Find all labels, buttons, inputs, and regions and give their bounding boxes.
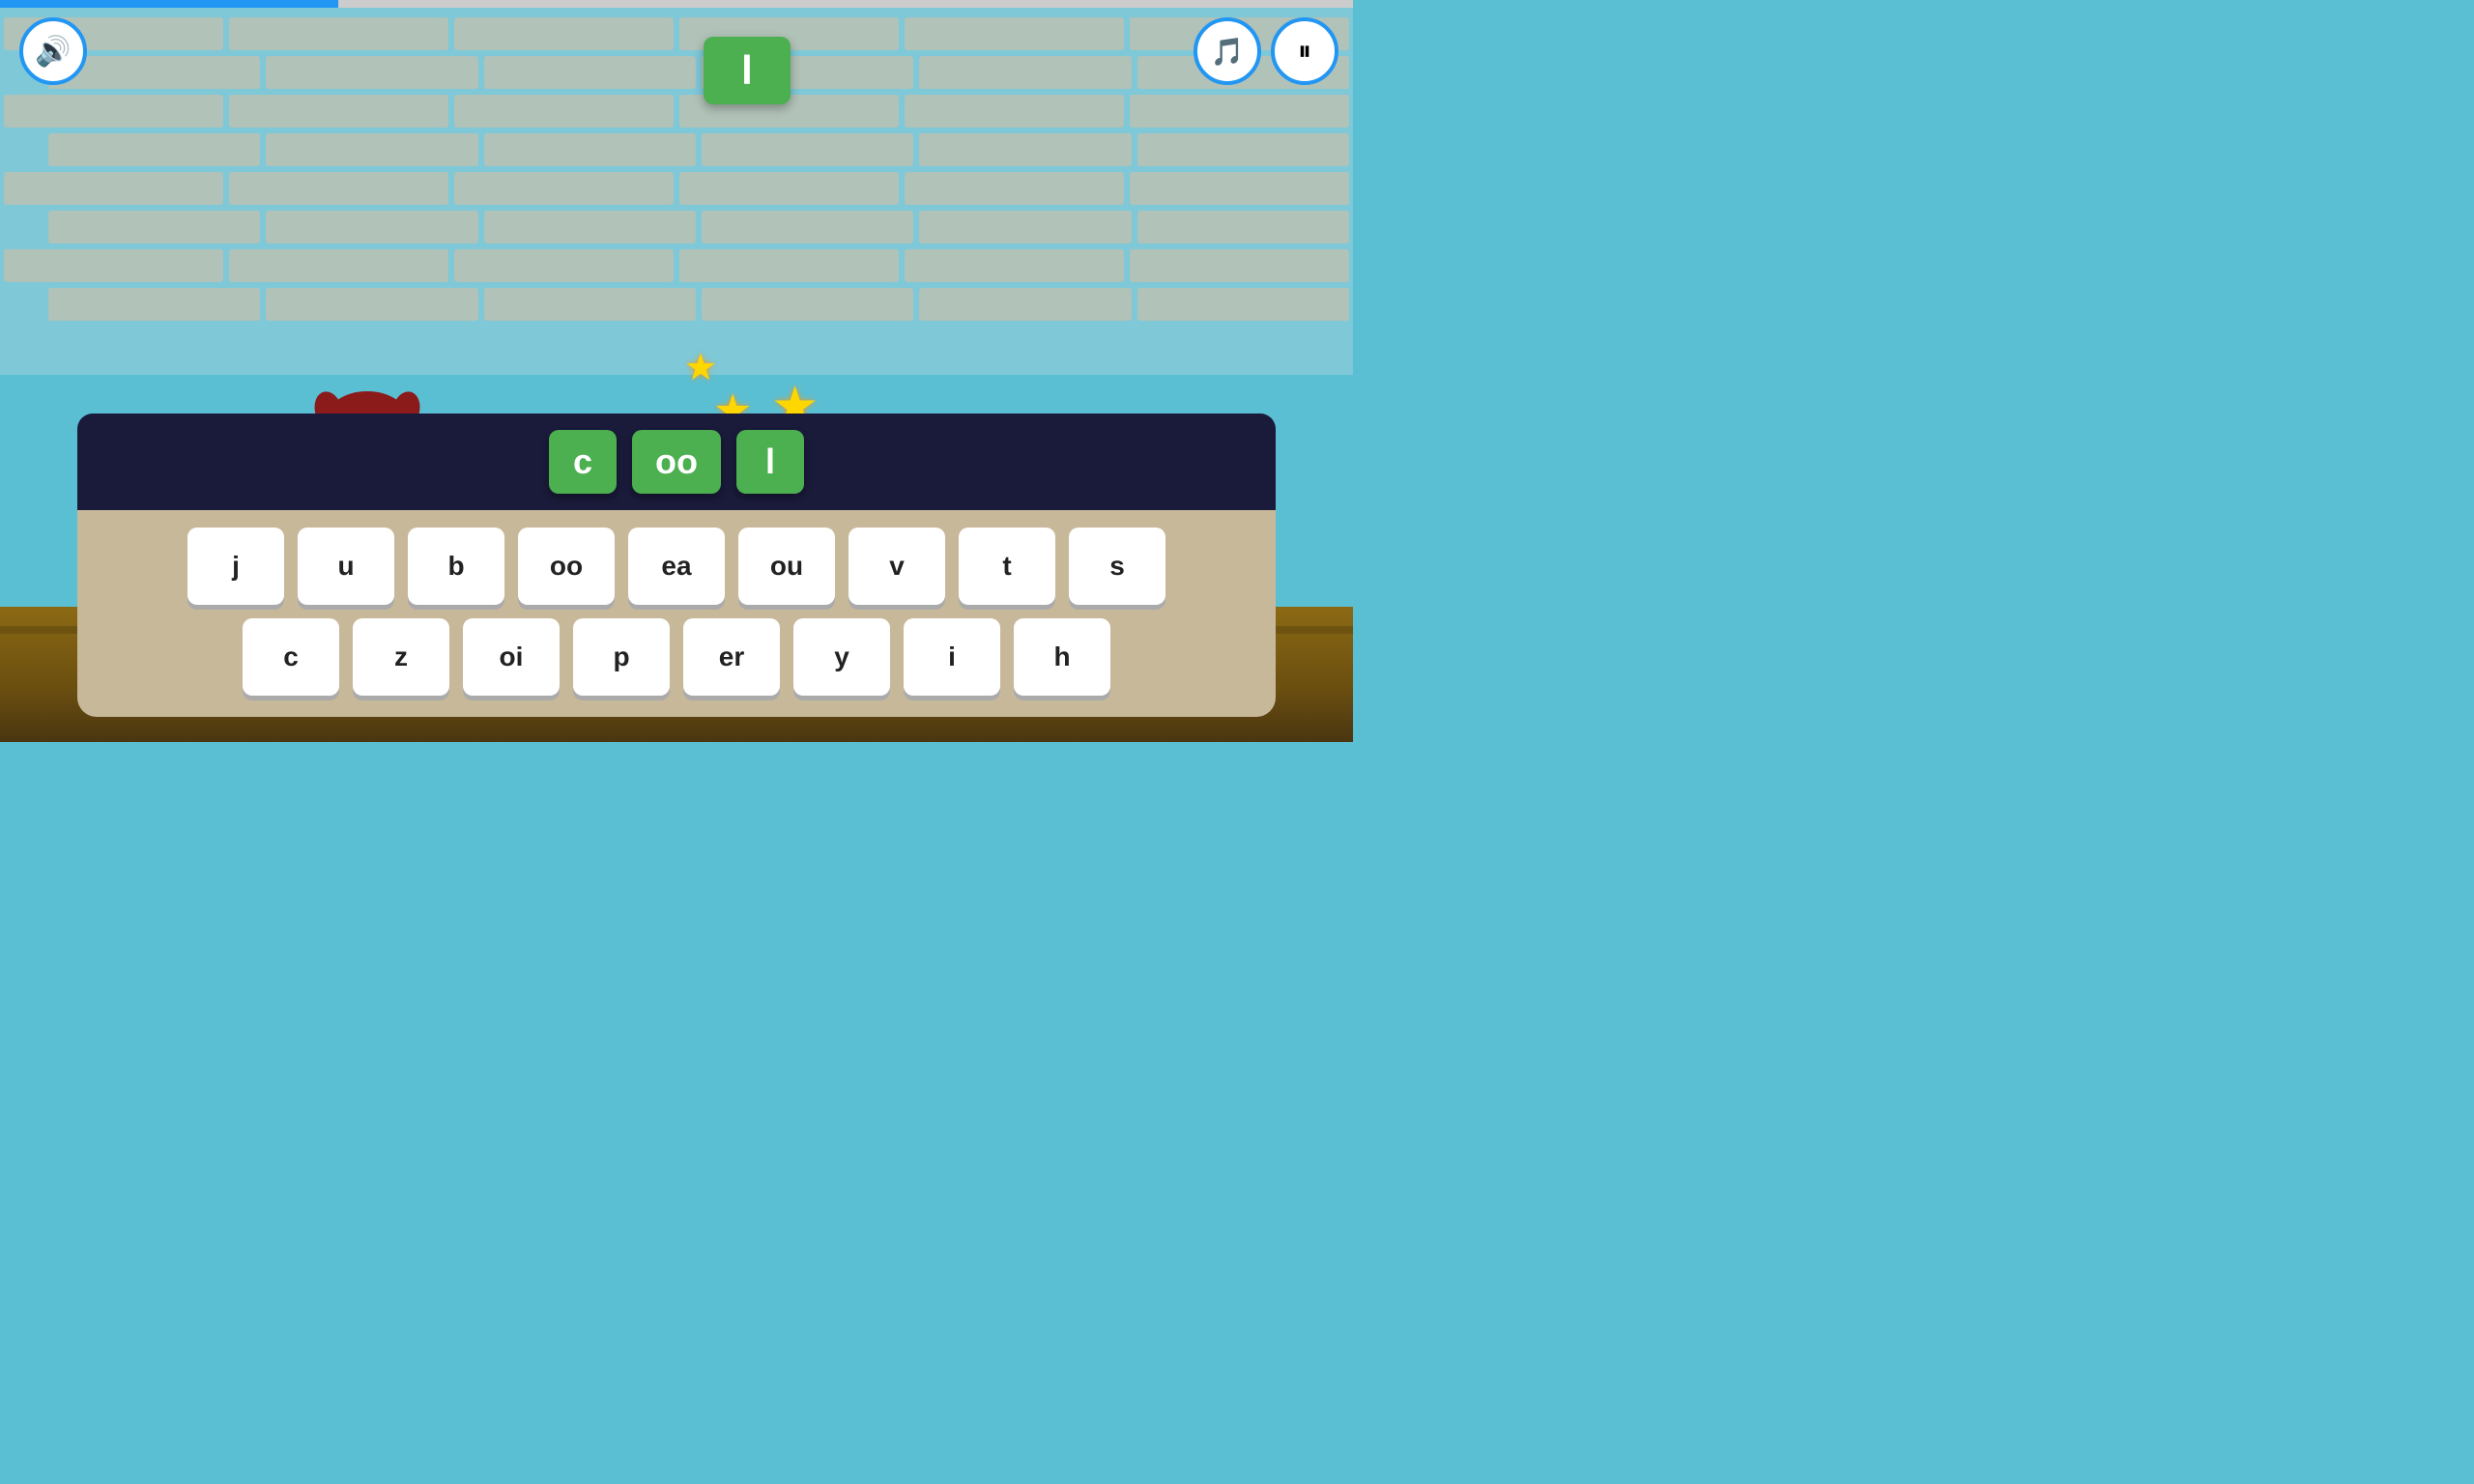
floating-letter-card: l [704, 37, 791, 104]
bottom-panel: c oo l jubooeaouvts czoiperyih [0, 414, 1353, 742]
key-u[interactable]: u [298, 528, 394, 605]
music-button[interactable]: 🎵 [1194, 17, 1261, 85]
sound-button[interactable]: 🔊 [19, 17, 87, 85]
key-er[interactable]: er [683, 618, 780, 696]
key-oo[interactable]: oo [518, 528, 615, 605]
key-v[interactable]: v [849, 528, 945, 605]
key-t[interactable]: t [959, 528, 1055, 605]
floating-letter-text: l [741, 47, 753, 94]
key-y[interactable]: y [793, 618, 890, 696]
key-s[interactable]: s [1069, 528, 1165, 605]
word-tile-0: c [549, 430, 617, 494]
music-icon: 🎵 [1211, 36, 1245, 68]
word-bar: c oo l [77, 414, 1276, 510]
progress-bar-container [0, 0, 1353, 8]
key-c[interactable]: c [243, 618, 339, 696]
pause-icon: ⏸ [1298, 36, 1311, 68]
key-z[interactable]: z [353, 618, 449, 696]
word-tile-1: oo [632, 430, 721, 494]
key-h[interactable]: h [1014, 618, 1110, 696]
key-j[interactable]: j [187, 528, 284, 605]
keyboard-area: jubooeaouvts czoiperyih [77, 510, 1276, 717]
key-oi[interactable]: oi [463, 618, 560, 696]
sound-icon: 🔊 [35, 35, 71, 69]
key-ou[interactable]: ou [738, 528, 835, 605]
key-row-1: jubooeaouvts [97, 528, 1256, 605]
pause-button[interactable]: ⏸ [1271, 17, 1338, 85]
key-p[interactable]: p [573, 618, 670, 696]
key-i[interactable]: i [904, 618, 1000, 696]
key-b[interactable]: b [408, 528, 504, 605]
word-tile-2: l [736, 430, 804, 494]
key-ea[interactable]: ea [628, 528, 725, 605]
progress-bar-fill [0, 0, 338, 8]
brick-wall [0, 8, 1353, 375]
key-row-2: czoiperyih [97, 618, 1256, 696]
